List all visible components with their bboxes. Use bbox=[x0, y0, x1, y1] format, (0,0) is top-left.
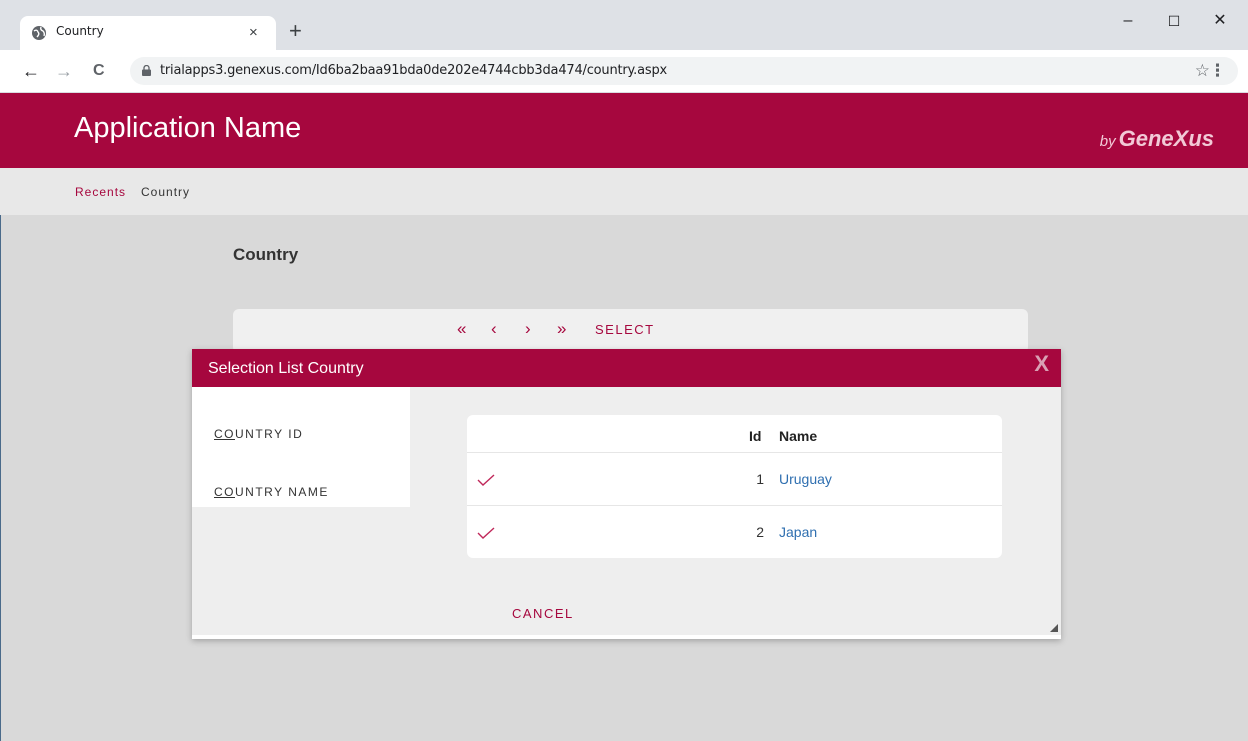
previous-page-button[interactable]: ‹ bbox=[491, 319, 497, 339]
lock-icon bbox=[142, 65, 151, 76]
dialog-bottom-edge bbox=[192, 635, 1061, 639]
app-header: Application Name by GeneXus bbox=[0, 93, 1248, 168]
app-name: Application Name bbox=[74, 112, 302, 144]
breadcrumb-current: Country bbox=[141, 185, 191, 199]
filter-country-name[interactable]: COUNTRY NAME bbox=[214, 485, 329, 499]
select-button[interactable]: SELECT bbox=[595, 322, 655, 337]
results-grid: Id Name 1 Uruguay 2 Japan bbox=[467, 415, 1002, 558]
address-bar[interactable]: trialapps3.genexus.com/Id6ba2baa91bda0de… bbox=[130, 57, 1238, 85]
check-icon[interactable] bbox=[477, 473, 495, 487]
selection-dialog: Selection List Country X COUNTRY ID COUN… bbox=[192, 349, 1061, 639]
browser-tab[interactable]: Country × bbox=[20, 16, 276, 50]
brand-name: GeneXus bbox=[1118, 126, 1214, 151]
cancel-button[interactable]: CANCEL bbox=[512, 606, 574, 621]
browser-menu-icon[interactable]: ⋮ bbox=[1209, 61, 1226, 81]
forward-button[interactable]: → bbox=[55, 60, 73, 82]
globe-icon bbox=[32, 26, 46, 40]
check-icon[interactable] bbox=[477, 526, 495, 540]
first-page-button[interactable]: « bbox=[457, 319, 466, 339]
resize-grip-icon[interactable] bbox=[1050, 624, 1058, 632]
column-header-id: Id bbox=[749, 428, 762, 444]
cell-name-link[interactable]: Uruguay bbox=[779, 471, 832, 487]
last-page-button[interactable]: » bbox=[557, 319, 566, 339]
breadcrumb: Recents Country bbox=[0, 168, 1248, 215]
dialog-title: Selection List Country bbox=[208, 360, 364, 377]
url-text: trialapps3.genexus.com/Id6ba2baa91bda0de… bbox=[160, 63, 667, 78]
cell-id: 1 bbox=[756, 471, 764, 487]
filter-country-name-mnemonic: CO bbox=[214, 485, 235, 499]
grid-header-row: Id Name bbox=[467, 415, 1002, 453]
filter-country-id-mnemonic: CO bbox=[214, 427, 235, 441]
reload-button[interactable]: C bbox=[93, 60, 105, 82]
filter-panel: COUNTRY ID COUNTRY NAME bbox=[192, 387, 410, 507]
navigation-panel: « ‹ › » SELECT bbox=[233, 309, 1028, 353]
close-window-button[interactable]: ✕ bbox=[1197, 6, 1243, 36]
column-header-name: Name bbox=[779, 428, 818, 444]
new-tab-button[interactable]: + bbox=[289, 20, 302, 42]
tab-title: Country bbox=[56, 24, 104, 38]
page-title: Country bbox=[233, 245, 299, 264]
table-row[interactable]: 2 Japan bbox=[467, 506, 1002, 558]
cell-name-link[interactable]: Japan bbox=[779, 524, 817, 540]
maximize-button[interactable]: ☐ bbox=[1151, 6, 1197, 36]
filter-country-id-label: UNTRY ID bbox=[235, 427, 304, 441]
browser-toolbar: ← → C trialapps3.genexus.com/Id6ba2baa91… bbox=[0, 50, 1248, 93]
dialog-close-button[interactable]: X bbox=[1034, 351, 1049, 377]
table-row[interactable]: 1 Uruguay bbox=[467, 453, 1002, 506]
genexus-logo: by GeneXus bbox=[1100, 126, 1214, 152]
browser-titlebar: Country × + – ☐ ✕ bbox=[0, 0, 1248, 50]
bookmark-star-icon[interactable]: ☆ bbox=[1195, 61, 1210, 81]
back-button[interactable]: ← bbox=[22, 60, 40, 82]
tab-close-icon[interactable]: × bbox=[249, 24, 258, 42]
cell-id: 2 bbox=[756, 524, 764, 540]
brand-by: by bbox=[1099, 133, 1116, 150]
filter-country-name-label: UNTRY NAME bbox=[235, 485, 329, 499]
dialog-header: Selection List Country X bbox=[192, 349, 1061, 387]
next-page-button[interactable]: › bbox=[525, 319, 531, 339]
minimize-button[interactable]: – bbox=[1105, 6, 1151, 36]
filter-country-id[interactable]: COUNTRY ID bbox=[214, 427, 303, 441]
breadcrumb-recents-link[interactable]: Recents bbox=[75, 185, 126, 199]
